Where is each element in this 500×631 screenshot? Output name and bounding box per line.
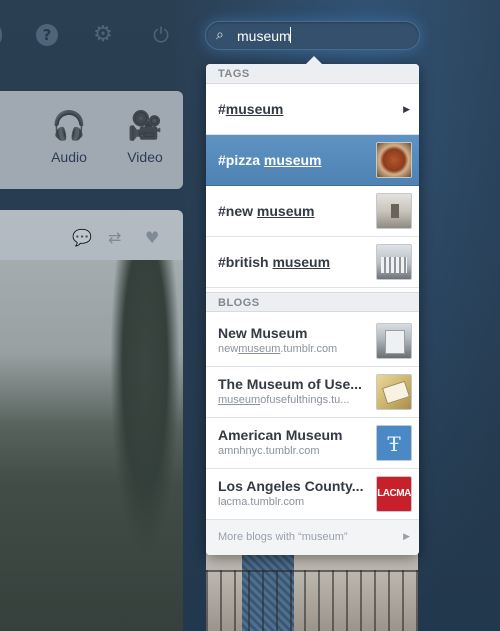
tag-suggestion[interactable]: #british museum — [206, 237, 419, 288]
tag-suggestion[interactable]: #museum ▶ — [206, 84, 419, 135]
post-type-audio[interactable]: 🎧 Audio — [46, 109, 92, 165]
blog-avatar — [376, 374, 412, 410]
pizza-thumbnail — [376, 142, 412, 178]
blog-avatar: LACMA — [376, 476, 412, 512]
blog-url: museumofusefulthings.tu... — [218, 394, 350, 406]
blog-suggestion[interactable]: The Museum of Use... museumofusefulthing… — [206, 367, 419, 418]
blog-suggestion[interactable]: Los Angeles County... lacma.tumblr.com L… — [206, 469, 419, 520]
blog-url: newmuseum.tumblr.com — [218, 343, 338, 355]
tag-label: #british museum — [218, 254, 331, 270]
lacma-logo: LACMA — [377, 488, 411, 499]
post-type-audio-label: Audio — [51, 149, 87, 165]
post-photo-tree — [110, 260, 180, 560]
blog-suggestion[interactable]: New Museum newmuseum.tumblr.com — [206, 316, 419, 367]
british-museum-thumbnail — [376, 244, 412, 280]
help-icon[interactable]: ? — [36, 24, 58, 46]
blogs-section-header: BLOGS — [206, 292, 419, 312]
blog-name: American Museum — [218, 427, 343, 443]
search-box[interactable]: ⌕ — [205, 21, 420, 50]
reply-icon[interactable]: 💬 — [72, 228, 92, 247]
tag-suggestion[interactable]: #pizza museum — [206, 135, 419, 186]
gallery-thumbnail — [376, 193, 412, 229]
photo-railing — [206, 570, 418, 631]
like-icon[interactable]: ♥ — [145, 228, 159, 247]
blog-url: lacma.tumblr.com — [218, 496, 305, 508]
blog-name: Los Angeles County... — [218, 478, 364, 494]
chevron-right-icon: ▶ — [403, 532, 410, 542]
video-camera-icon: 🎥 — [127, 109, 163, 142]
more-blogs-label: More blogs with “museum” — [218, 531, 348, 543]
blog-url: amnhnyc.tumblr.com — [218, 445, 320, 457]
dashboard-post: 💬 ⇄ ♥ — [0, 210, 183, 631]
search-input[interactable] — [237, 26, 407, 46]
power-icon[interactable]: ⏻ — [150, 24, 172, 46]
blog-name: New Museum — [218, 325, 308, 341]
tag-suggestion[interactable]: #new museum — [206, 186, 419, 237]
reblog-icon[interactable]: ⇄ — [108, 228, 121, 247]
post-type-video[interactable]: 🎥 Video — [122, 109, 168, 165]
headphones-icon: 🎧 — [51, 109, 87, 142]
tags-section-header: TAGS — [206, 64, 419, 84]
blog-name: The Museum of Use... — [218, 376, 362, 392]
post-type-panel: t 🎧 Audio 🎥 Video — [0, 91, 183, 189]
blog-avatar — [376, 323, 412, 359]
blog-suggestion[interactable]: American Museum amnhnyc.tumblr.com Ŧ — [206, 418, 419, 469]
search-suggestions-dropdown: TAGS #museum ▶ #pizza museum #new museum… — [206, 56, 419, 555]
tag-label: #museum — [218, 101, 284, 117]
tag-label: #pizza museum — [218, 152, 322, 168]
more-blogs-link[interactable]: More blogs with “museum” ▶ — [206, 520, 419, 555]
search-icon: ⌕ — [216, 27, 224, 43]
text-caret — [290, 27, 291, 43]
chevron-right-icon: ▶ — [403, 105, 410, 115]
post-photo-right — [206, 552, 418, 631]
blog-avatar: Ŧ — [376, 425, 412, 461]
american-museum-logo-icon: Ŧ — [387, 432, 401, 456]
gear-icon[interactable]: ⚙ — [92, 24, 114, 46]
post-type-video-label: Video — [127, 149, 163, 165]
tag-label: #new museum — [218, 203, 315, 219]
